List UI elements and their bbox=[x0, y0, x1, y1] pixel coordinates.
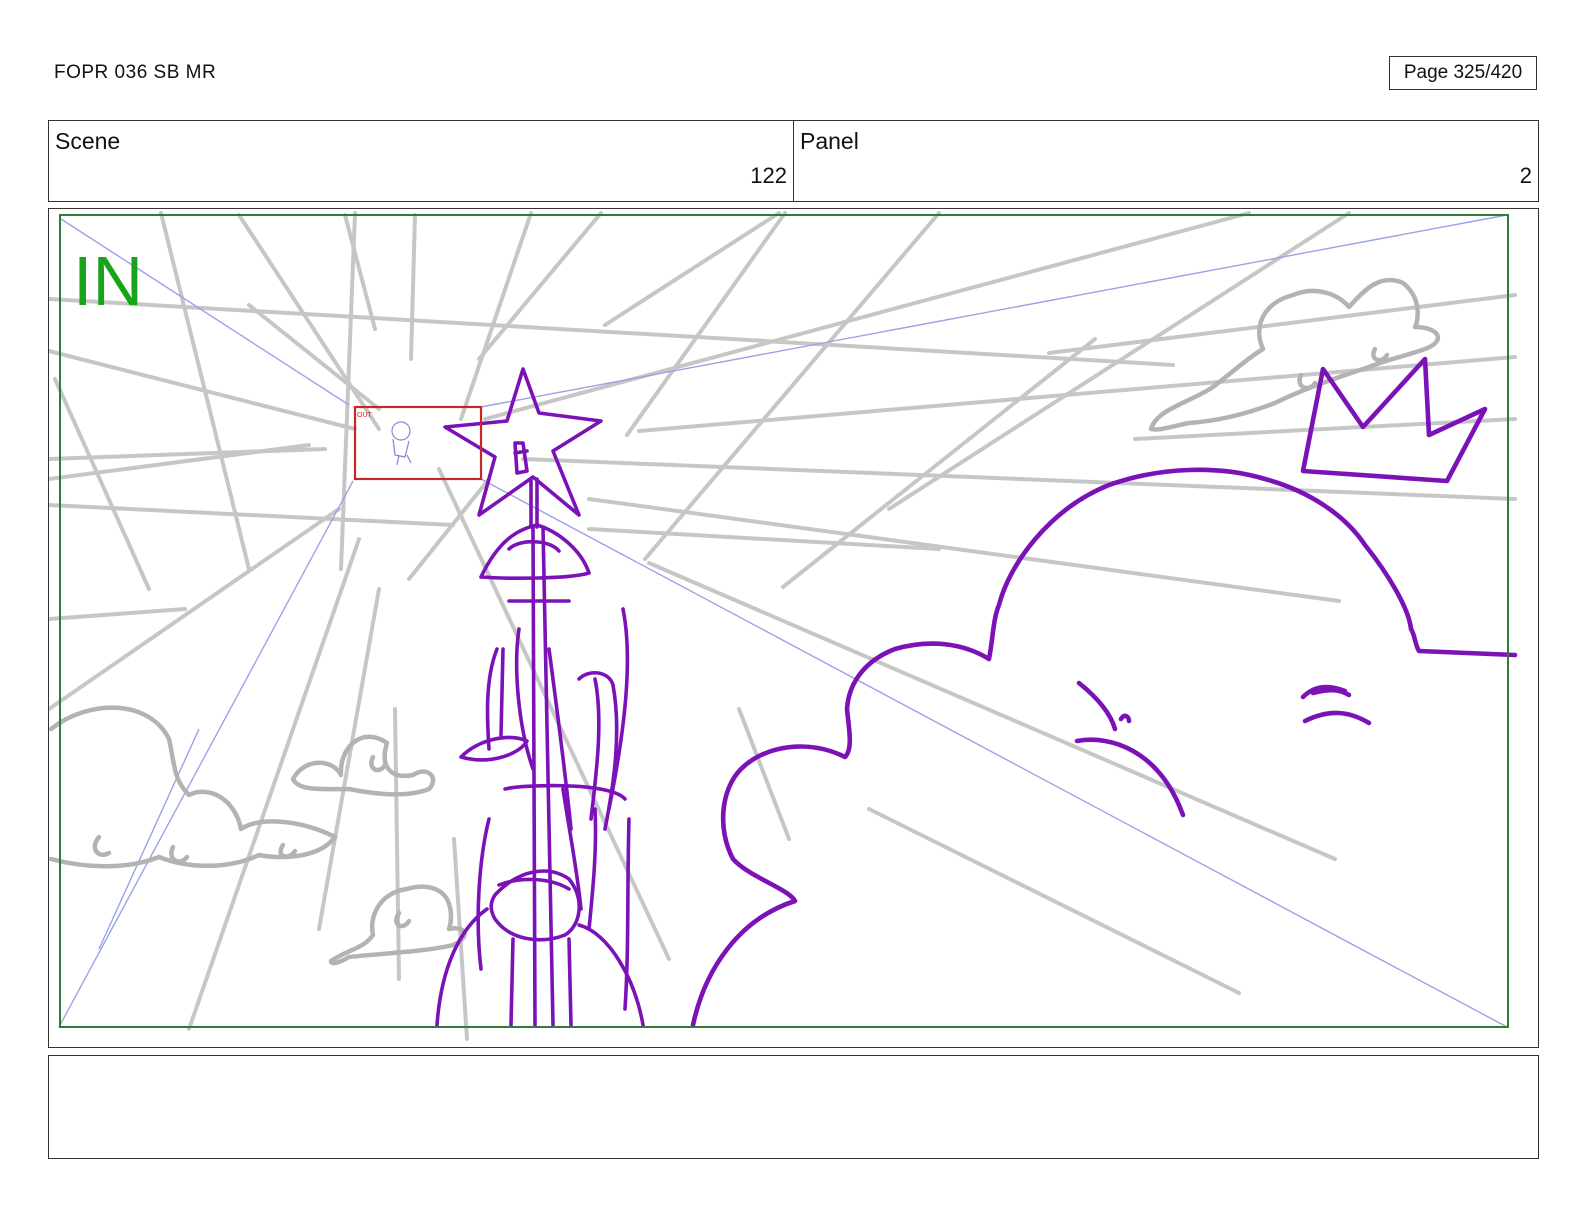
scene-label: Scene bbox=[55, 128, 121, 154]
panel-number: 2 bbox=[1519, 163, 1532, 188]
document-title: FOPR 036 SB MR bbox=[54, 62, 217, 83]
storyboard-sketch: OUT IN bbox=[49, 211, 1518, 1041]
scene-panel-info-row: Scene 122 Panel 2 bbox=[48, 120, 1539, 202]
notes-box bbox=[48, 1055, 1539, 1159]
speed-lines bbox=[49, 211, 1517, 1041]
storyboard-panel: OUT IN bbox=[48, 208, 1539, 1048]
purple-tower bbox=[435, 367, 645, 1027]
panel-label: Panel bbox=[800, 128, 859, 154]
scene-cell: Scene 122 bbox=[49, 121, 793, 201]
scene-number: 122 bbox=[750, 163, 787, 188]
panel-cell: Panel 2 bbox=[793, 121, 1538, 201]
in-overlay-text: IN bbox=[73, 242, 143, 320]
field-box-label: OUT bbox=[357, 412, 373, 419]
page-number-box: Page 325/420 bbox=[1389, 56, 1537, 90]
